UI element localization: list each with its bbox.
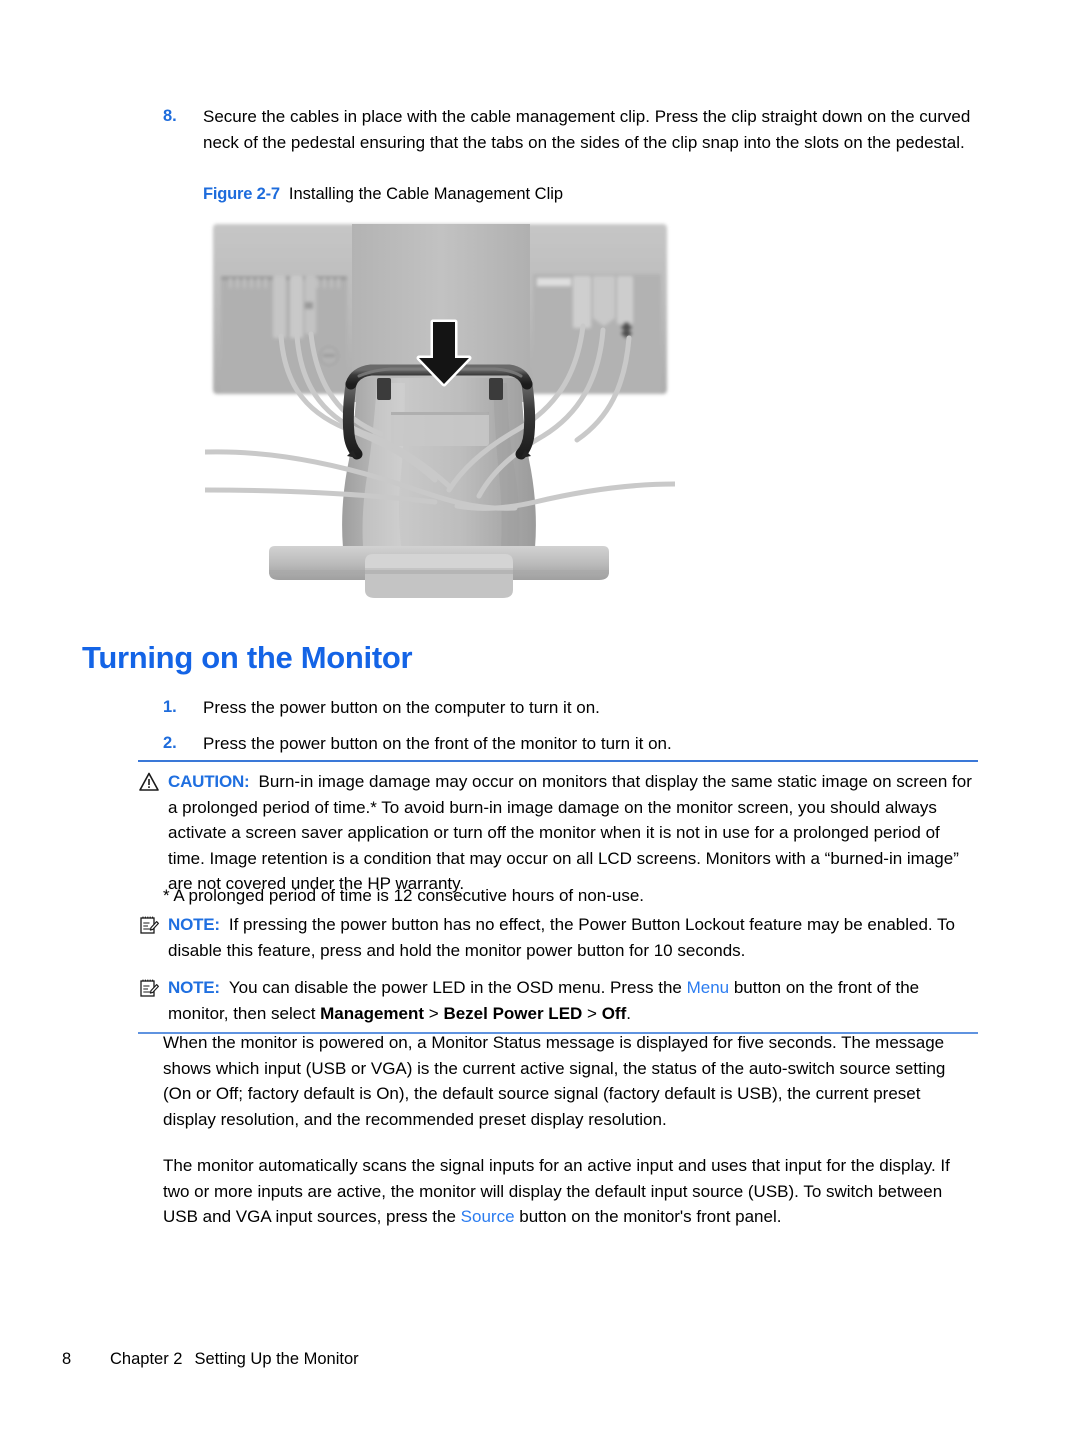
note-2-body: NOTE: You can disable the power LED in th… (168, 975, 978, 1026)
paragraph-text-part2: button on the monitor's front panel. (514, 1207, 782, 1226)
step-number: 1. (163, 698, 177, 716)
step-text: Press the power button on the front of t… (203, 733, 672, 753)
paragraph-monitor-status: When the monitor is powered on, a Monito… (163, 1033, 946, 1129)
note-block-2: NOTE: You can disable the power LED in th… (138, 975, 978, 1026)
footnote-text: * A prolonged period of time is 12 conse… (163, 886, 645, 905)
note-text-part1: You can disable the power LED in the OSD… (228, 978, 687, 997)
admonitions-area: CAUTION: Burn-in image damage may occur o… (138, 760, 978, 899)
list-item: 8. Secure the cables in place with the c… (163, 104, 975, 155)
step-text: Secure the cables in place with the cabl… (203, 107, 971, 152)
footer-chapter-title: Setting Up the Monitor (194, 1350, 359, 1368)
page-title: Turning on the Monitor (82, 640, 413, 675)
step-8-block: 8. Secure the cables in place with the c… (163, 104, 975, 155)
paragraph-input-scan: The monitor automatically scans the sign… (163, 1153, 975, 1230)
note-text-part5: . (626, 1003, 631, 1023)
source-link[interactable]: Source (461, 1207, 515, 1226)
note-1-area: NOTE: If pressing the power button has no… (138, 912, 978, 965)
footer-chapter: Chapter 2 (110, 1350, 183, 1368)
menu-link[interactable]: Menu (687, 978, 730, 997)
figure-title: Installing the Cable Management Clip (288, 185, 564, 203)
figure-label: Figure 2-7 (203, 185, 280, 203)
note-block-1: NOTE: If pressing the power button has no… (138, 912, 978, 963)
menu-path-management: Management (320, 1003, 425, 1023)
list-item: 1. Press the power button on the compute… (163, 695, 975, 721)
note-text-part4: > (582, 1003, 602, 1023)
note-pad-pencil-icon (138, 977, 160, 999)
caution-text: Burn-in image damage may occur on monito… (168, 772, 972, 893)
caution-block: CAUTION: Burn-in image damage may occur o… (138, 769, 978, 897)
body-paragraphs: When the monitor is powered on, a Monito… (163, 1030, 975, 1251)
menu-path-off: Off (601, 1003, 627, 1023)
caution-label: CAUTION: (168, 772, 250, 791)
step-number: 8. (163, 107, 177, 125)
note-label: NOTE: (168, 915, 220, 934)
note-label: NOTE: (168, 978, 220, 997)
menu-path-bezel-power-led: Bezel Power LED (443, 1003, 583, 1023)
list-item: 2. Press the power button on the front o… (163, 731, 975, 757)
note-pad-pencil-icon (138, 914, 160, 936)
page-footer: 8 Chapter 2 Setting Up the Monitor (62, 1348, 359, 1370)
document-page: 8. Secure the cables in place with the c… (0, 0, 1080, 1437)
note-1-body: NOTE: If pressing the power button has no… (168, 912, 978, 963)
note-text: If pressing the power button has no effe… (168, 915, 956, 960)
warning-triangle-icon (138, 771, 160, 793)
footer-page-number: 8 (62, 1350, 72, 1368)
turning-on-steps-list: 1. Press the power button on the compute… (163, 695, 975, 766)
figure-caption: Figure 2-7 Installing the Cable Managemen… (203, 183, 563, 205)
note-text-part3: > (424, 1003, 444, 1023)
divider-top (138, 760, 978, 762)
note-2-area: NOTE: You can disable the power LED in th… (138, 975, 978, 1034)
figure-image (205, 218, 675, 600)
step-text: Press the power button on the computer t… (203, 698, 600, 717)
caution-body: CAUTION: Burn-in image damage may occur o… (168, 769, 978, 897)
step-number: 2. (163, 733, 177, 752)
